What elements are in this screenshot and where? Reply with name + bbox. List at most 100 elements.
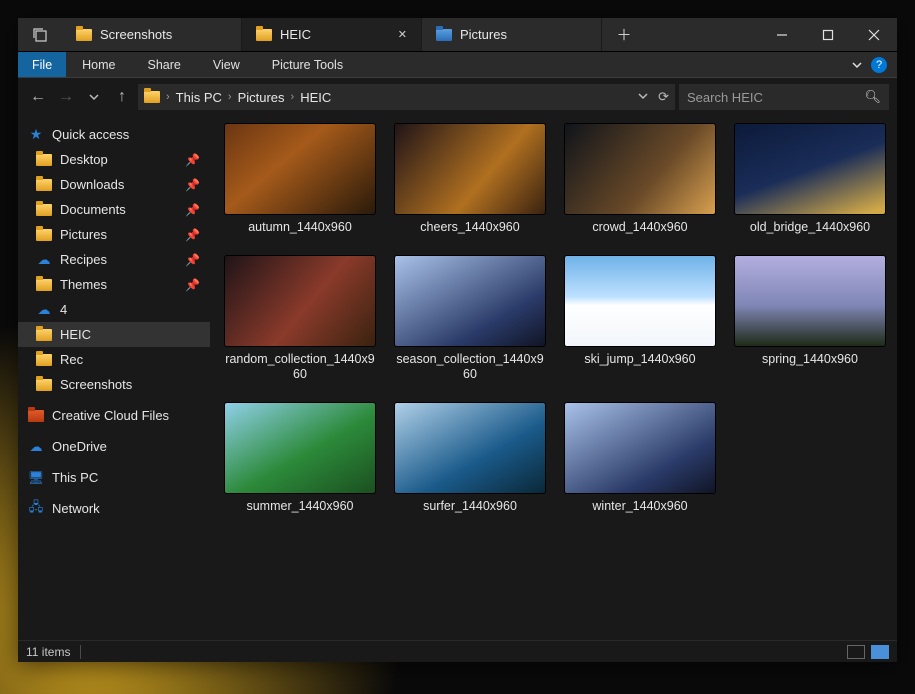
quick-access[interactable]: ★ Quick access xyxy=(18,122,210,147)
tab-groups-icon[interactable] xyxy=(18,18,62,51)
onedrive[interactable]: ☁ OneDrive xyxy=(18,434,210,459)
sidebar-item-label: Documents xyxy=(60,202,126,217)
cloud-icon: ☁ xyxy=(28,440,44,454)
network-label: Network xyxy=(52,501,100,516)
folder-icon xyxy=(36,329,52,341)
file-item[interactable]: summer_1440x960 xyxy=(220,403,380,515)
refresh-icon[interactable]: ⟳ xyxy=(658,89,669,105)
cloud-folder-icon: ☁ xyxy=(38,252,51,268)
sidebar-item-label: Screenshots xyxy=(60,377,132,392)
details-view-button[interactable] xyxy=(847,645,865,659)
sidebar-item-documents[interactable]: Documents 📌 xyxy=(18,197,210,222)
menu-file[interactable]: File xyxy=(18,52,66,77)
menu-picture-tools[interactable]: Picture Tools xyxy=(256,52,359,77)
up-button[interactable]: ↑ xyxy=(110,85,134,109)
file-name: autumn_1440x960 xyxy=(248,220,352,236)
file-item[interactable]: surfer_1440x960 xyxy=(390,403,550,515)
thumbnail xyxy=(225,403,375,493)
sidebar-item-heic[interactable]: HEIC xyxy=(18,322,210,347)
tab-label: HEIC xyxy=(280,27,311,42)
thumbnail xyxy=(565,403,715,493)
sidebar-item-downloads[interactable]: Downloads📌 xyxy=(18,172,210,197)
file-name: ski_jump_1440x960 xyxy=(584,352,695,368)
breadcrumb-root[interactable]: This PC xyxy=(176,90,222,105)
file-item[interactable]: winter_1440x960 xyxy=(560,403,720,515)
file-name: summer_1440x960 xyxy=(246,499,353,515)
new-tab-button[interactable]: ＋ xyxy=(602,18,646,51)
menu-home[interactable]: Home xyxy=(66,52,131,77)
folder-icon xyxy=(36,279,52,291)
status-bar: 11 items xyxy=(18,640,897,662)
file-name: random_collection_1440x960 xyxy=(225,352,375,383)
search-icon: 🔍︎ xyxy=(864,89,881,105)
address-bar[interactable]: › This PC › Pictures › HEIC ⟳ xyxy=(138,84,675,110)
folder-icon xyxy=(36,204,52,216)
pin-icon: 📌 xyxy=(185,253,200,267)
folder-icon xyxy=(36,379,52,391)
file-item[interactable]: autumn_1440x960 xyxy=(220,124,380,236)
close-button[interactable] xyxy=(851,18,897,51)
sidebar-item-label: Themes xyxy=(60,277,107,292)
search-placeholder: Search HEIC xyxy=(687,90,763,105)
tab-label: Screenshots xyxy=(100,27,172,42)
tab-heic[interactable]: HEIC ✕ xyxy=(242,18,422,51)
thumbnail xyxy=(225,124,375,214)
history-dropdown-icon[interactable] xyxy=(638,89,648,105)
sidebar-item-pictures[interactable]: Pictures📌 xyxy=(18,222,210,247)
thumbnail xyxy=(735,256,885,346)
sidebar-item-themes[interactable]: Themes📌 xyxy=(18,272,210,297)
folder-icon xyxy=(76,29,92,41)
folder-icon xyxy=(36,179,52,191)
file-item[interactable]: ski_jump_1440x960 xyxy=(560,256,720,383)
tab-close-icon[interactable]: ✕ xyxy=(398,28,407,41)
sidebar-item-label: Rec xyxy=(60,352,83,367)
sidebar-item-label: Pictures xyxy=(60,227,107,242)
file-item[interactable]: crowd_1440x960 xyxy=(560,124,720,236)
pin-icon: 📌 xyxy=(185,153,200,167)
sidebar-item-screenshots[interactable]: Screenshots xyxy=(18,372,210,397)
menu-share[interactable]: Share xyxy=(132,52,197,77)
sidebar-item-desktop[interactable]: Desktop 📌 xyxy=(18,147,210,172)
breadcrumb-segment[interactable]: HEIC xyxy=(300,90,331,105)
search-input[interactable]: Search HEIC 🔍︎ xyxy=(679,84,889,110)
file-item[interactable]: old_bridge_1440x960 xyxy=(730,124,890,236)
creative-cloud[interactable]: Creative Cloud Files xyxy=(18,403,210,428)
this-pc-label: This PC xyxy=(52,470,98,485)
ribbon-collapse-icon[interactable] xyxy=(843,52,871,77)
navigation-bar: ← → ↑ › This PC › Pictures › HEIC ⟳ Sear… xyxy=(18,78,897,116)
file-name: crowd_1440x960 xyxy=(592,220,687,236)
sidebar-item-label: Desktop xyxy=(60,152,108,167)
breadcrumb-segment[interactable]: Pictures xyxy=(238,90,285,105)
file-explorer-window: Screenshots HEIC ✕ Pictures ＋ File Home Sha… xyxy=(18,18,897,662)
sidebar-item-rec[interactable]: Rec xyxy=(18,347,210,372)
file-name: cheers_1440x960 xyxy=(420,220,519,236)
thumbnail xyxy=(565,256,715,346)
tab-screenshots[interactable]: Screenshots xyxy=(62,18,242,51)
menu-view[interactable]: View xyxy=(197,52,256,77)
help-icon[interactable]: ? xyxy=(871,57,887,73)
forward-button[interactable]: → xyxy=(54,85,78,109)
file-list: autumn_1440x960 cheers_1440x960 crowd_1440… xyxy=(210,116,897,640)
minimize-button[interactable] xyxy=(759,18,805,51)
sidebar-item-label: Downloads xyxy=(60,177,124,192)
network[interactable]: 🖧 Network xyxy=(18,496,210,521)
thumbnails-view-button[interactable] xyxy=(871,645,889,659)
this-pc[interactable]: 🖥 This PC xyxy=(18,465,210,490)
file-name: spring_1440x960 xyxy=(762,352,858,368)
file-item[interactable]: random_collection_1440x960 xyxy=(220,256,380,383)
cloud-folder-icon: ☁ xyxy=(38,302,51,318)
file-name: surfer_1440x960 xyxy=(423,499,517,515)
sidebar-item-recipes[interactable]: ☁Recipes📌 xyxy=(18,247,210,272)
pin-icon: 📌 xyxy=(185,203,200,217)
back-button[interactable]: ← xyxy=(26,85,50,109)
file-item[interactable]: cheers_1440x960 xyxy=(390,124,550,236)
recent-locations-button[interactable] xyxy=(82,85,106,109)
file-item[interactable]: spring_1440x960 xyxy=(730,256,890,383)
maximize-button[interactable] xyxy=(805,18,851,51)
file-item[interactable]: season_collection_1440x960 xyxy=(390,256,550,383)
thumbnail xyxy=(395,403,545,493)
thumbnail xyxy=(225,256,375,346)
creative-cloud-icon xyxy=(28,410,44,422)
tab-pictures[interactable]: Pictures xyxy=(422,18,602,51)
sidebar-item-4[interactable]: ☁4 xyxy=(18,297,210,322)
